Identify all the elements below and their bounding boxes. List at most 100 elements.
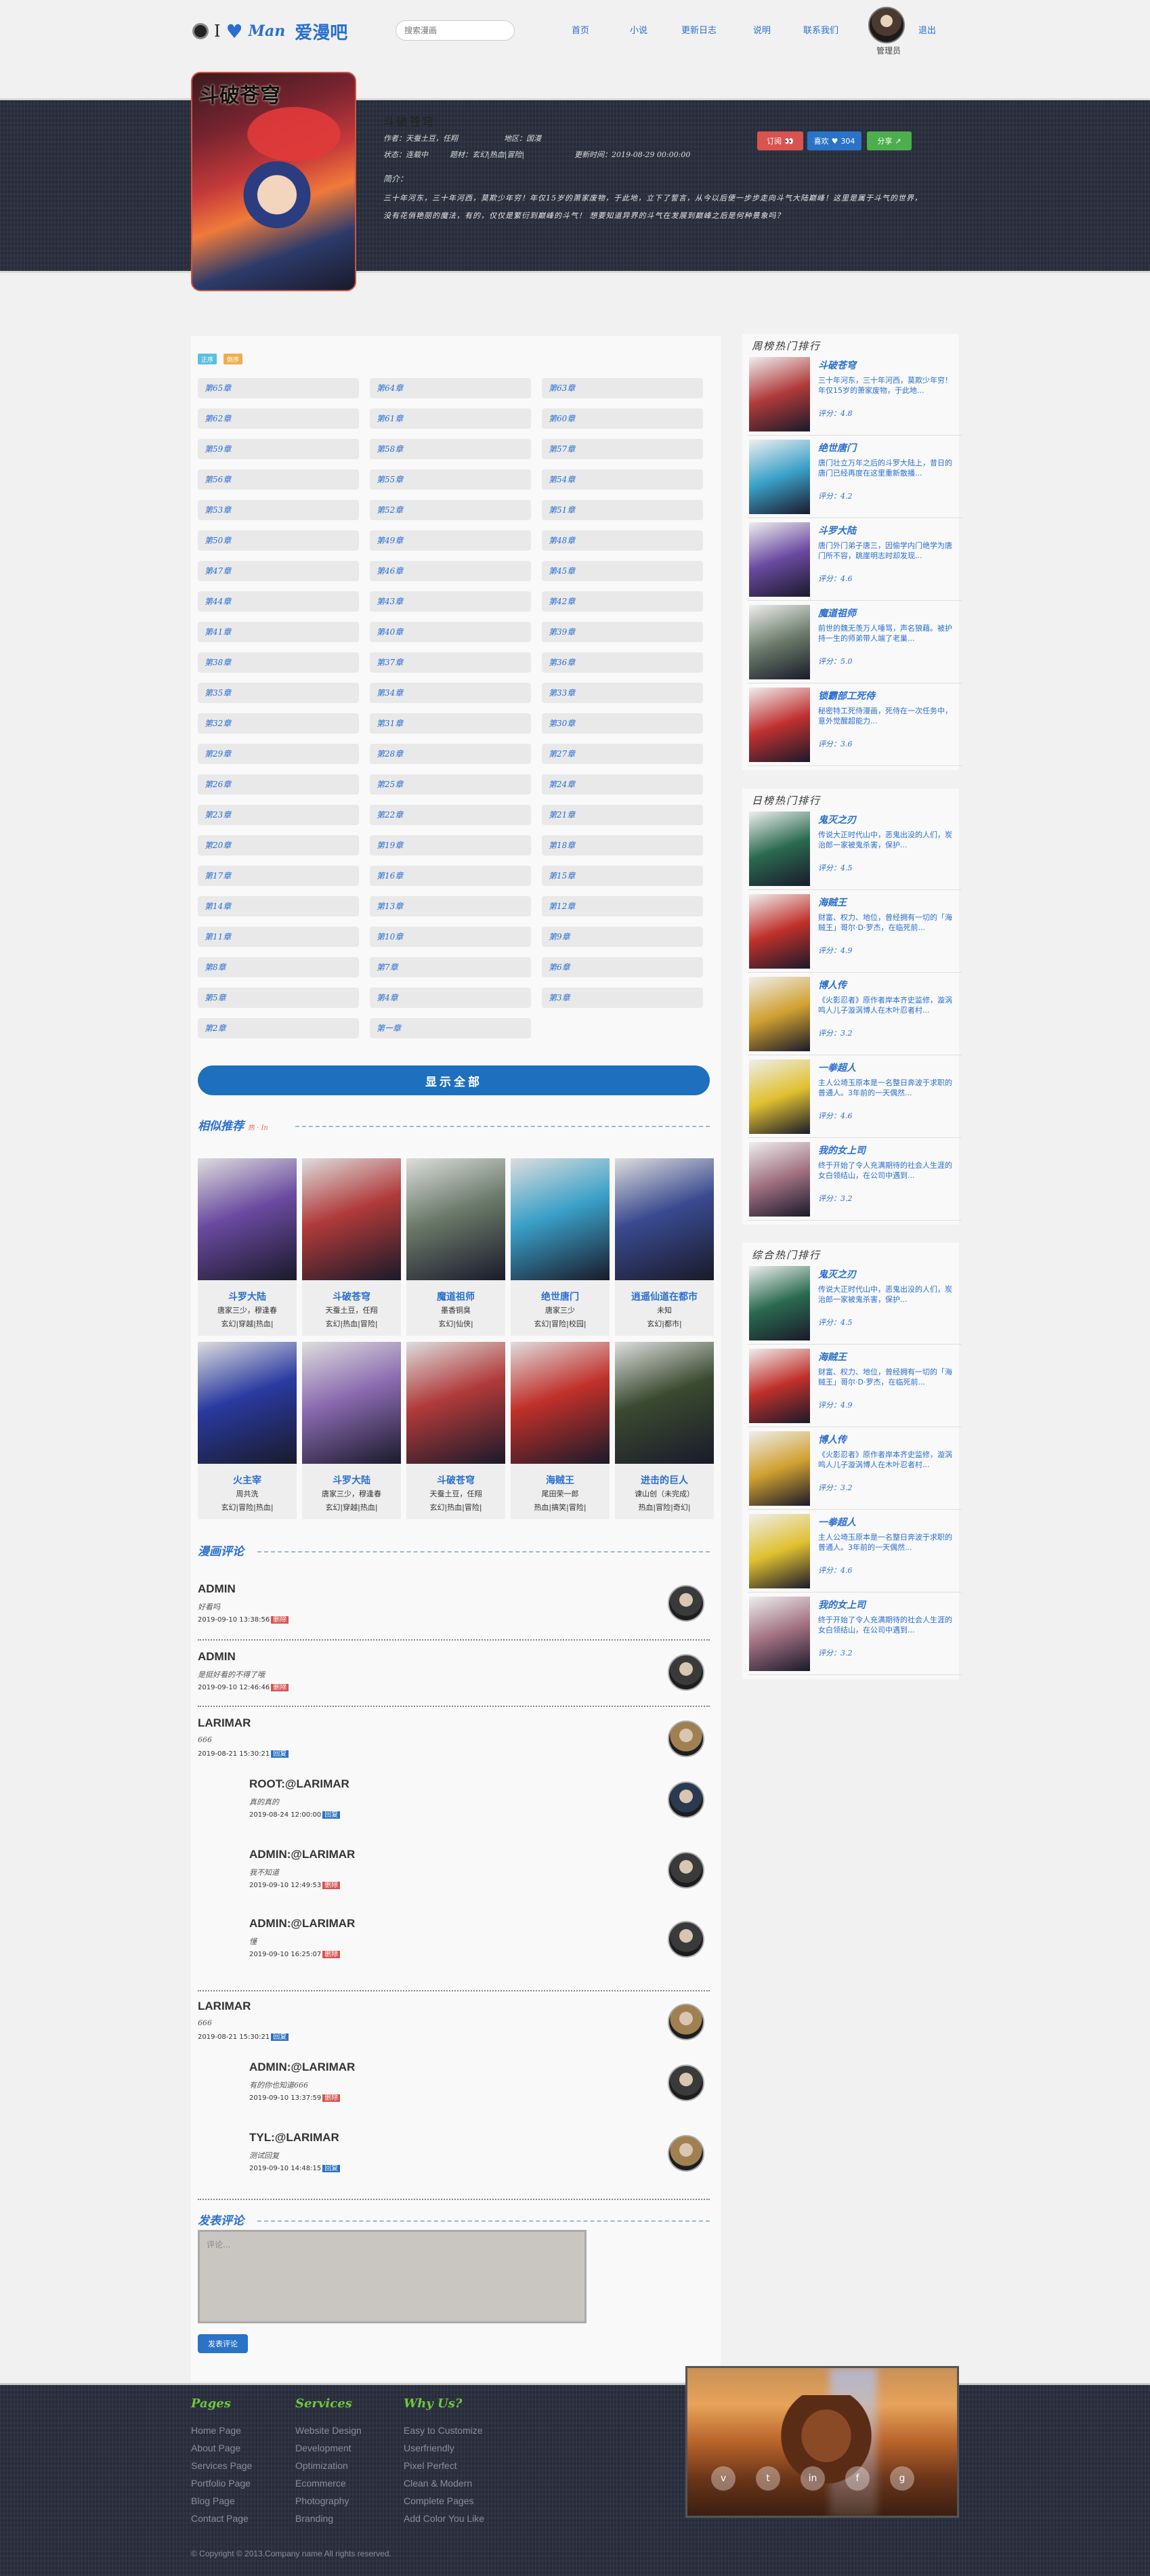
footer-link[interactable]: Contact Page bbox=[191, 2513, 249, 2524]
chapter-link[interactable]: 第43章 bbox=[370, 591, 531, 612]
commenter-avatar[interactable] bbox=[668, 1654, 704, 1691]
post-comment-button[interactable]: 发表评论 bbox=[198, 2334, 248, 2353]
footer-link[interactable]: Clean & Modern bbox=[404, 2478, 472, 2489]
recommend-cover[interactable] bbox=[302, 1342, 401, 1464]
recommend-cover[interactable] bbox=[511, 1158, 610, 1280]
recommend-cover[interactable] bbox=[406, 1342, 505, 1464]
rank-cover[interactable] bbox=[749, 894, 810, 969]
chapter-link[interactable]: 第60章 bbox=[542, 408, 703, 429]
footer-link[interactable]: Home Page bbox=[191, 2425, 241, 2436]
user-avatar[interactable] bbox=[868, 7, 905, 43]
show-all-button[interactable]: 显示全部 bbox=[198, 1065, 710, 1095]
sort-asc-tag[interactable]: 正序 bbox=[198, 354, 217, 364]
subscribe-button[interactable]: 订阅 👀 bbox=[757, 131, 803, 150]
chapter-link[interactable]: 第53章 bbox=[198, 500, 359, 520]
recommend-name[interactable]: 逍遥仙道在都市 bbox=[615, 1290, 714, 1303]
twitter-icon[interactable]: t bbox=[756, 2466, 780, 2491]
commenter-avatar[interactable] bbox=[668, 1852, 704, 1888]
footer-link[interactable]: Website Design bbox=[295, 2425, 362, 2436]
rank-item[interactable]: 鬼灭之刃 传说大正时代山中，恶鬼出没的人们，炭治郎一家被鬼杀害，保护... 评分：4… bbox=[748, 1264, 962, 1345]
rank-title[interactable]: 一拳超人 bbox=[818, 1515, 856, 1529]
chapter-link[interactable]: 第8章 bbox=[198, 957, 359, 977]
rank-title[interactable]: 斗罗大陆 bbox=[818, 524, 856, 537]
reply-comment-button[interactable]: 回复 bbox=[322, 1811, 341, 1819]
chapter-link[interactable]: 第22章 bbox=[370, 805, 531, 825]
chapter-link[interactable]: 第59章 bbox=[198, 439, 359, 459]
rank-item[interactable]: 我的女上司 终于开始了令人充满期待的社会人生涯的女白领结山，在公司中遇到... 评分… bbox=[748, 1595, 962, 1676]
rank-title[interactable]: 绝世唐门 bbox=[818, 441, 856, 455]
chapter-link[interactable]: 第52章 bbox=[370, 500, 531, 520]
rank-title[interactable]: 海贼王 bbox=[818, 1350, 847, 1364]
chapter-link[interactable]: 第54章 bbox=[542, 469, 703, 490]
chapter-link[interactable]: 第34章 bbox=[370, 683, 531, 703]
footer-link[interactable]: Services Page bbox=[191, 2460, 252, 2471]
chapter-link[interactable]: 第3章 bbox=[542, 988, 703, 1008]
footer-link[interactable]: Pixel Perfect bbox=[404, 2460, 457, 2471]
delete-comment-button[interactable]: 删除 bbox=[271, 1616, 289, 1624]
recommend-name[interactable]: 进击的巨人 bbox=[615, 1473, 714, 1487]
share-button[interactable]: 分享 ↗ bbox=[867, 131, 912, 150]
rank-cover[interactable] bbox=[749, 1514, 810, 1588]
reply-comment-button[interactable]: 回复 bbox=[271, 2033, 289, 2041]
recommend-name[interactable]: 海贼王 bbox=[511, 1473, 610, 1487]
nav-novel[interactable]: 小说 bbox=[630, 23, 647, 36]
rank-title[interactable]: 鬼灭之刃 bbox=[818, 813, 856, 826]
chapter-link[interactable]: 第32章 bbox=[198, 713, 359, 734]
recommend-cover[interactable] bbox=[615, 1158, 714, 1280]
chapter-link[interactable]: 第42章 bbox=[542, 591, 703, 612]
rank-cover[interactable] bbox=[749, 688, 810, 762]
recommend-name[interactable]: 魔道祖师 bbox=[406, 1290, 505, 1303]
recommend-name[interactable]: 斗破苍穹 bbox=[302, 1290, 401, 1303]
recommend-card[interactable]: 海贼王 尾田荣一郎 热血|搞笑|冒险| bbox=[511, 1342, 610, 1519]
recommend-cover[interactable] bbox=[511, 1342, 610, 1464]
chapter-link[interactable]: 第16章 bbox=[370, 866, 531, 886]
recommend-name[interactable]: 斗罗大陆 bbox=[198, 1290, 297, 1303]
rank-item[interactable]: 海贼王 财富、权力、地位，曾经拥有一切的「海贼王」哥尔·D·罗杰，在临死前... 评… bbox=[748, 892, 962, 973]
chapter-link[interactable]: 第47章 bbox=[198, 561, 359, 581]
delete-comment-button[interactable]: 删除 bbox=[271, 1684, 289, 1691]
rank-item[interactable]: 魔道祖师 前世的魏无羡万人唾骂，声名狼藉。被护持一生的师弟带人端了老巢... 评分：… bbox=[748, 603, 962, 684]
rank-title[interactable]: 魔道祖师 bbox=[818, 606, 856, 620]
chapter-link[interactable]: 第30章 bbox=[542, 713, 703, 734]
chapter-link[interactable]: 第一章 bbox=[370, 1018, 531, 1038]
chapter-link[interactable]: 第35章 bbox=[198, 683, 359, 703]
chapter-link[interactable]: 第9章 bbox=[542, 927, 703, 947]
chapter-link[interactable]: 第50章 bbox=[198, 530, 359, 551]
rank-title[interactable]: 锁霸部工死侍 bbox=[818, 689, 875, 702]
commenter-avatar[interactable] bbox=[668, 1720, 704, 1757]
nav-contact[interactable]: 联系我们 bbox=[803, 23, 838, 36]
chapter-link[interactable]: 第23章 bbox=[198, 805, 359, 825]
commenter-avatar[interactable] bbox=[668, 2065, 704, 2101]
chapter-link[interactable]: 第20章 bbox=[198, 835, 359, 856]
comment-textarea[interactable]: 评论... bbox=[198, 2230, 587, 2323]
recommend-cover[interactable] bbox=[615, 1342, 714, 1464]
rank-cover[interactable] bbox=[749, 357, 810, 431]
sort-desc-tag[interactable]: 倒序 bbox=[223, 354, 243, 364]
chapter-link[interactable]: 第5章 bbox=[198, 988, 359, 1008]
chapter-link[interactable]: 第55章 bbox=[370, 469, 531, 490]
commenter-avatar[interactable] bbox=[668, 1921, 704, 1958]
rank-item[interactable]: 博人传 《火影忍者》原作者岸本齐史监修，漩涡鸣人儿子漩涡博人在木叶忍者村... 评分… bbox=[748, 1429, 962, 1511]
nav-about[interactable]: 说明 bbox=[753, 23, 771, 36]
chapter-link[interactable]: 第2章 bbox=[198, 1018, 359, 1038]
recommend-name[interactable]: 斗破苍穹 bbox=[406, 1473, 505, 1487]
chapter-link[interactable]: 第63章 bbox=[542, 378, 703, 398]
rank-title[interactable]: 海贼王 bbox=[818, 895, 847, 909]
rank-cover[interactable] bbox=[749, 1431, 810, 1506]
delete-comment-button[interactable]: 删除 bbox=[322, 1951, 341, 1958]
chapter-link[interactable]: 第37章 bbox=[370, 652, 531, 673]
footer-link[interactable]: Development bbox=[295, 2443, 352, 2453]
rank-title[interactable]: 博人传 bbox=[818, 978, 847, 992]
chapter-link[interactable]: 第29章 bbox=[198, 744, 359, 764]
chapter-link[interactable]: 第61章 bbox=[370, 408, 531, 429]
chapter-link[interactable]: 第26章 bbox=[198, 774, 359, 795]
recommend-card[interactable]: 魔道祖师 墨香铜臭 玄幻|仙侠| bbox=[406, 1158, 505, 1336]
commenter-avatar[interactable] bbox=[668, 2004, 704, 2040]
chapter-link[interactable]: 第25章 bbox=[370, 774, 531, 795]
rank-item[interactable]: 一拳超人 主人公埼玉原本是一名整日奔波于求职的普通人。3年前的一天偶然... 评分：… bbox=[748, 1512, 962, 1593]
chapter-link[interactable]: 第45章 bbox=[542, 561, 703, 581]
rank-item[interactable]: 斗罗大陆 唐门外门弟子唐三，因偷学内门绝学为唐门所不容，跳崖明志时却发现... 评分… bbox=[748, 520, 962, 601]
reply-comment-button[interactable]: 回复 bbox=[271, 1750, 289, 1758]
nav-home[interactable]: 首页 bbox=[572, 23, 589, 36]
rank-cover[interactable] bbox=[749, 605, 810, 679]
